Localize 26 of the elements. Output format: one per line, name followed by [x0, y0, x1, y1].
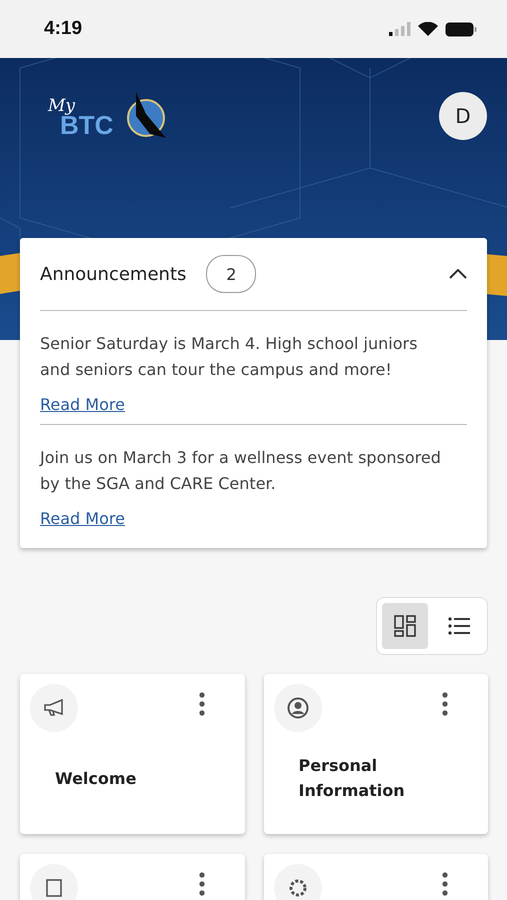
grid-icon — [394, 615, 416, 637]
chevron-icon[interactable] — [449, 269, 467, 279]
more-icon[interactable] — [198, 872, 204, 896]
tile-title: Welcome — [55, 768, 138, 790]
card-title: Announcements — [40, 264, 186, 284]
megaphone-icon — [43, 699, 65, 717]
announcement-text: Senior Saturday is March 4. High school juniors and seniors can tour the campus and more! — [40, 333, 418, 381]
document-icon — [45, 878, 63, 898]
app-tile[interactable]: Welcome — [20, 674, 244, 834]
read-more-link[interactable]: Read More — [40, 509, 125, 528]
tile-title: Personal Information — [298, 755, 406, 802]
announcement-text: Join us on March 3 for a wellness event sponsored by the SGA and CARE Center. — [40, 447, 442, 495]
count-badge: 2 — [206, 255, 256, 293]
list-icon — [448, 617, 470, 635]
signal-icon — [389, 22, 411, 36]
status-time: 4:19 — [44, 18, 82, 40]
user-avatar[interactable]: D — [439, 92, 487, 140]
more-icon[interactable] — [198, 692, 204, 716]
read-more-link[interactable]: Read More — [40, 395, 125, 414]
grid-view-button[interactable] — [382, 603, 428, 649]
battery-icon — [445, 22, 477, 36]
app-tile[interactable]: Personal Information — [264, 674, 488, 834]
wifi-icon — [418, 22, 438, 36]
more-icon[interactable] — [442, 872, 448, 896]
user-icon — [286, 697, 308, 719]
more-icon[interactable] — [442, 692, 448, 716]
